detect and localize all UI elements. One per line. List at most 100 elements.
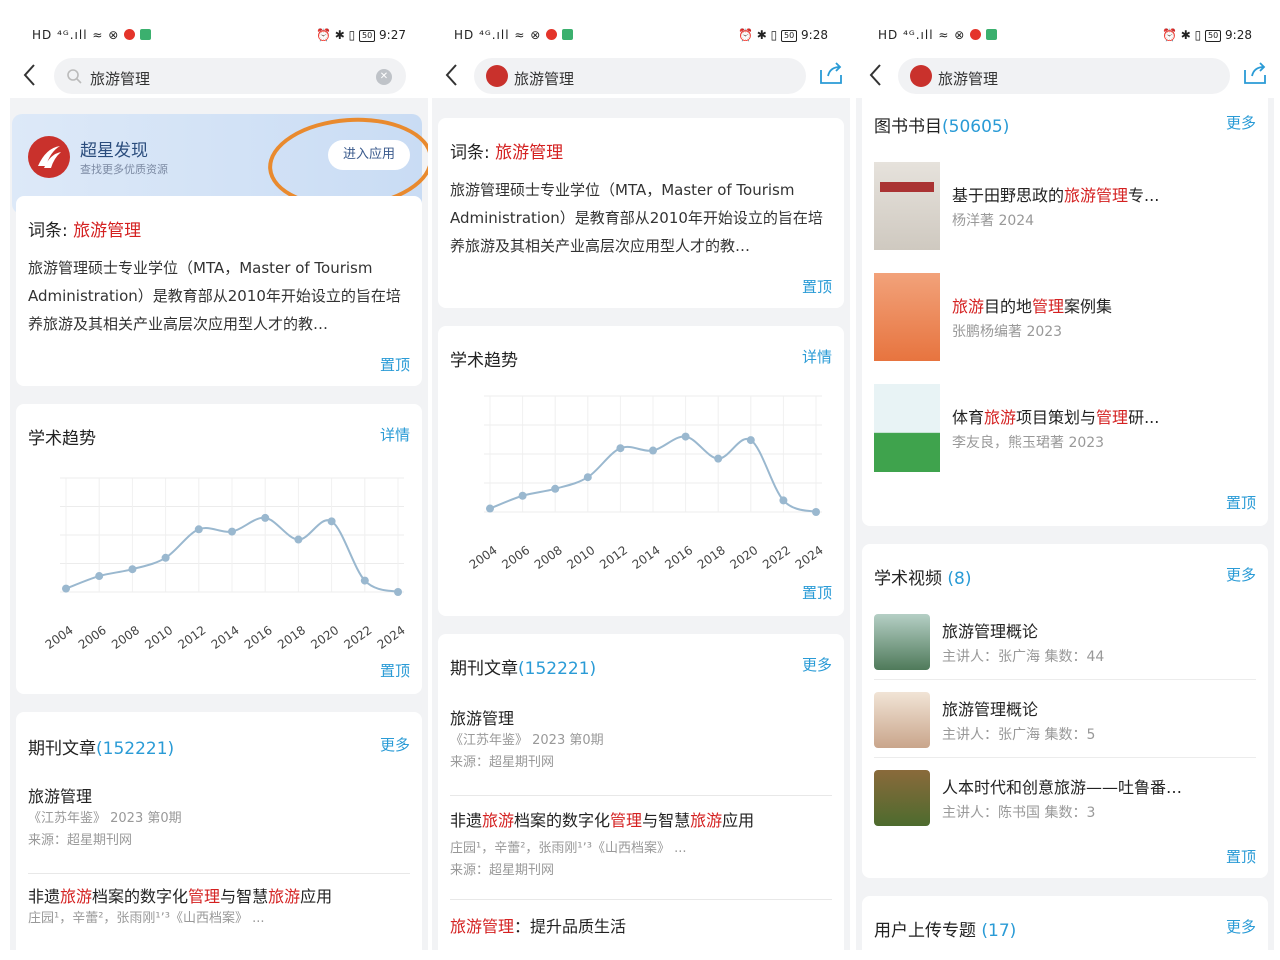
journal-title: 期刊文章(152221) [28, 739, 175, 759]
chaoxing-logo [28, 136, 70, 178]
status-bar: HD ⁴ᴳ.ıll ≈ ⊗ ⏰ ✱ ▯ 50 9:27 [10, 22, 428, 50]
status-right: ⏰ ✱ ▯ 50 9:28 [1161, 28, 1252, 42]
trend-point-2004 [486, 504, 494, 513]
journal-card: 期刊文章(152221) 更多 旅游管理 《江苏年鉴》 2023 第0期 来源：… [16, 712, 422, 950]
journal-title: 期刊文章(152221) [450, 659, 597, 679]
trend-point-2022 [779, 496, 788, 505]
x-tick-label: 2012 [175, 623, 208, 652]
trend-point-2012 [194, 525, 203, 534]
trend-point-2006 [95, 572, 104, 581]
video-thumbnail [874, 770, 930, 826]
search-input[interactable]: 旅游管理 ✕ [54, 58, 406, 94]
trend-point-2008 [551, 484, 560, 493]
back-arrow-icon[interactable] [20, 62, 40, 88]
status-bar: HD ⁴ᴳ.ıll ≈ ⊗ ⏰ ✱ ▯ 50 9:28 [432, 22, 850, 50]
trend-point-2004 [62, 584, 70, 593]
video-item[interactable]: 旅游管理概论 主讲人：张广海 集数：44 [874, 608, 1256, 680]
videos-title: 学术视频 (8) [874, 569, 972, 589]
x-tick-label: 2004 [43, 623, 76, 652]
status-right: ⏰ ✱ ▯ 50 9:27 [315, 28, 406, 42]
trend-point-2006 [518, 491, 527, 500]
share-icon[interactable] [1242, 60, 1268, 86]
phone-screen-2: HD ⁴ᴳ.ıll ≈ ⊗ ⏰ ✱ ▯ 50 9:28 旅游管理 词条: 旅游管… [432, 0, 850, 950]
book-cover [874, 273, 940, 361]
pin-button[interactable]: 置顶 [1226, 492, 1256, 513]
x-tick-label: 2012 [597, 543, 630, 572]
entry-card: 词条: 旅游管理 旅游管理硕士专业学位（MTA，Master of Touris… [16, 196, 422, 386]
status-left: HD ⁴ᴳ.ıll ≈ ⊗ [32, 28, 151, 42]
journal-item[interactable]: 旅游管理 《江苏年鉴》 2023 第0期 来源：超星期刊网 [28, 786, 410, 874]
pin-button[interactable]: 置顶 [802, 276, 832, 297]
journal-item[interactable]: 旅游管理 《江苏年鉴》 2023 第0期 来源：超星期刊网 [450, 708, 832, 796]
pin-button[interactable]: 置顶 [380, 660, 410, 681]
battery-icon: 50 [781, 30, 798, 42]
video-item[interactable]: 旅游管理概论 主讲人：张广海 集数：5 [874, 686, 1256, 758]
x-tick-label: 2014 [209, 623, 242, 652]
notification-icon [546, 29, 558, 40]
back-arrow-icon[interactable] [866, 62, 886, 88]
journal-item[interactable]: 非遗旅游档案的数字化管理与智慧旅游应用 庄园¹，辛蕾²，张雨刚¹ʼ³《山西档案》… [28, 886, 410, 950]
notification-icon [970, 29, 982, 40]
video-item[interactable]: 人本时代和创意旅游——吐鲁番… 主讲人：陈书国 集数：3 [874, 764, 1256, 836]
notification-icon [124, 29, 136, 40]
banner-subtitle: 查找更多优质资源 [80, 163, 168, 176]
journal-more-link[interactable]: 更多 [802, 654, 832, 675]
app-icon [561, 29, 573, 40]
trend-title: 学术趋势 [28, 429, 96, 449]
trend-point-2024 [394, 588, 402, 596]
search-input[interactable]: 旅游管理 [474, 58, 806, 94]
books-more-link[interactable]: 更多 [1226, 112, 1256, 133]
journal-item[interactable]: 旅游管理：提升品质生活 [450, 916, 832, 946]
book-cover [874, 162, 940, 250]
back-arrow-icon[interactable] [442, 62, 462, 88]
battery-icon: 50 [359, 30, 376, 42]
banner-title: 超星发现 [80, 141, 148, 161]
uploads-more-link[interactable]: 更多 [1226, 916, 1256, 937]
trend-point-2016 [681, 432, 690, 441]
journal-more-link[interactable]: 更多 [380, 734, 410, 755]
x-tick-label: 2010 [564, 543, 597, 572]
x-tick-label: 2006 [499, 543, 532, 572]
journal-item[interactable]: 非遗旅游档案的数字化管理与智慧旅游应用 庄园¹，辛蕾²，张雨刚¹ʼ³《山西档案》… [450, 810, 832, 900]
trend-chart: 2004 2006 2008 2010 2012 2014 2016 2018 2020 2022… [43, 477, 408, 652]
pin-button[interactable]: 置顶 [802, 582, 832, 603]
search-input[interactable]: 旅游管理 [898, 58, 1230, 94]
trend-detail-link[interactable]: 详情 [802, 346, 832, 367]
clear-icon[interactable]: ✕ [376, 69, 392, 85]
book-item[interactable]: 体育旅游项目策划与管理研... 李友良，熊玉珺著 2023 [874, 384, 1258, 476]
clock: 9:28 [1225, 28, 1252, 42]
share-icon[interactable] [818, 60, 844, 86]
book-item[interactable]: 旅游目的地管理案例集 张鹏杨编著 2023 [874, 273, 1258, 365]
pin-button[interactable]: 置顶 [1226, 846, 1256, 867]
x-tick-label: 2016 [662, 543, 695, 572]
trend-point-2020 [746, 436, 755, 445]
search-query: 旅游管理 [938, 70, 999, 88]
x-tick-label: 2016 [242, 623, 275, 652]
trend-title: 学术趋势 [450, 351, 518, 371]
entry-title: 词条: 旅游管理 [450, 143, 564, 163]
status-right: ⏰ ✱ ▯ 50 9:28 [737, 28, 828, 42]
trend-card: 学术趋势 详情 2004 2006 2008 2010 2012 2014 2016 2018… [438, 326, 844, 616]
trend-point-2010 [583, 473, 592, 482]
pin-button[interactable]: 置顶 [380, 354, 410, 375]
battery-icon: 50 [1205, 30, 1222, 42]
x-tick-label: 2022 [760, 543, 793, 572]
x-tick-label: 2008 [532, 543, 565, 572]
app-icon [985, 29, 997, 40]
videos-more-link[interactable]: 更多 [1226, 564, 1256, 585]
uploads-title: 用户上传专题 (17) [874, 921, 1017, 941]
trend-detail-link[interactable]: 详情 [380, 424, 410, 445]
search-query: 旅游管理 [514, 70, 575, 88]
trend-point-2022 [360, 576, 369, 585]
book-item[interactable]: 基于田野思政的旅游管理专... 杨洋著 2024 [874, 162, 1258, 254]
entry-card: 词条: 旅游管理 旅游管理硕士专业学位（MTA，Master of Touris… [438, 118, 844, 308]
trend-point-2024 [812, 508, 820, 516]
x-tick-label: 2006 [76, 623, 109, 652]
chaoxing-logo-icon [486, 65, 508, 87]
journal-card: 期刊文章(152221) 更多 旅游管理 《江苏年鉴》 2023 第0期 来源：… [438, 634, 844, 950]
status-bar: HD ⁴ᴳ.ıll ≈ ⊗ ⏰ ✱ ▯ 50 9:28 [856, 22, 1274, 50]
x-tick-label: 2024 [375, 623, 408, 652]
x-tick-label: 2020 [727, 543, 760, 572]
trend-card: 学术趋势 详情 2004 2006 2008 2010 2012 2014 2016 2018… [16, 404, 422, 694]
trend-point-2018 [294, 535, 303, 544]
